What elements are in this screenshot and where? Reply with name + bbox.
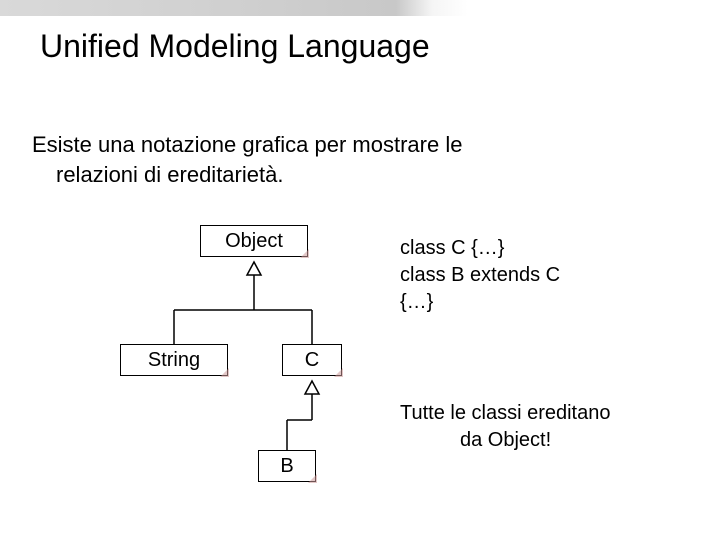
code-line-3: {…}	[400, 289, 560, 316]
uml-class-c: C	[282, 344, 342, 376]
corner-fold-icon	[334, 368, 343, 377]
uml-class-b-label: B	[280, 455, 293, 477]
uml-connectors	[0, 0, 720, 540]
uml-class-b: B	[258, 450, 316, 482]
footnote-line-2: da Object!	[400, 427, 700, 454]
uml-class-string-label: String	[148, 349, 200, 371]
code-line-2: class B extends C	[400, 262, 560, 289]
uml-diagram: Object String C B	[0, 0, 720, 540]
uml-class-object-label: Object	[225, 230, 283, 252]
corner-fold-icon	[220, 368, 229, 377]
code-line-1: class C {…}	[400, 235, 560, 262]
code-snippet: class C {…} class B extends C {…}	[400, 235, 560, 316]
uml-class-object: Object	[200, 225, 308, 257]
corner-fold-icon	[308, 474, 317, 483]
footnote-line-1: Tutte le classi ereditano	[400, 402, 610, 424]
uml-class-string: String	[120, 344, 228, 376]
footnote: Tutte le classi ereditano da Object!	[400, 400, 700, 454]
uml-class-c-label: C	[305, 349, 319, 371]
corner-fold-icon	[300, 249, 309, 258]
